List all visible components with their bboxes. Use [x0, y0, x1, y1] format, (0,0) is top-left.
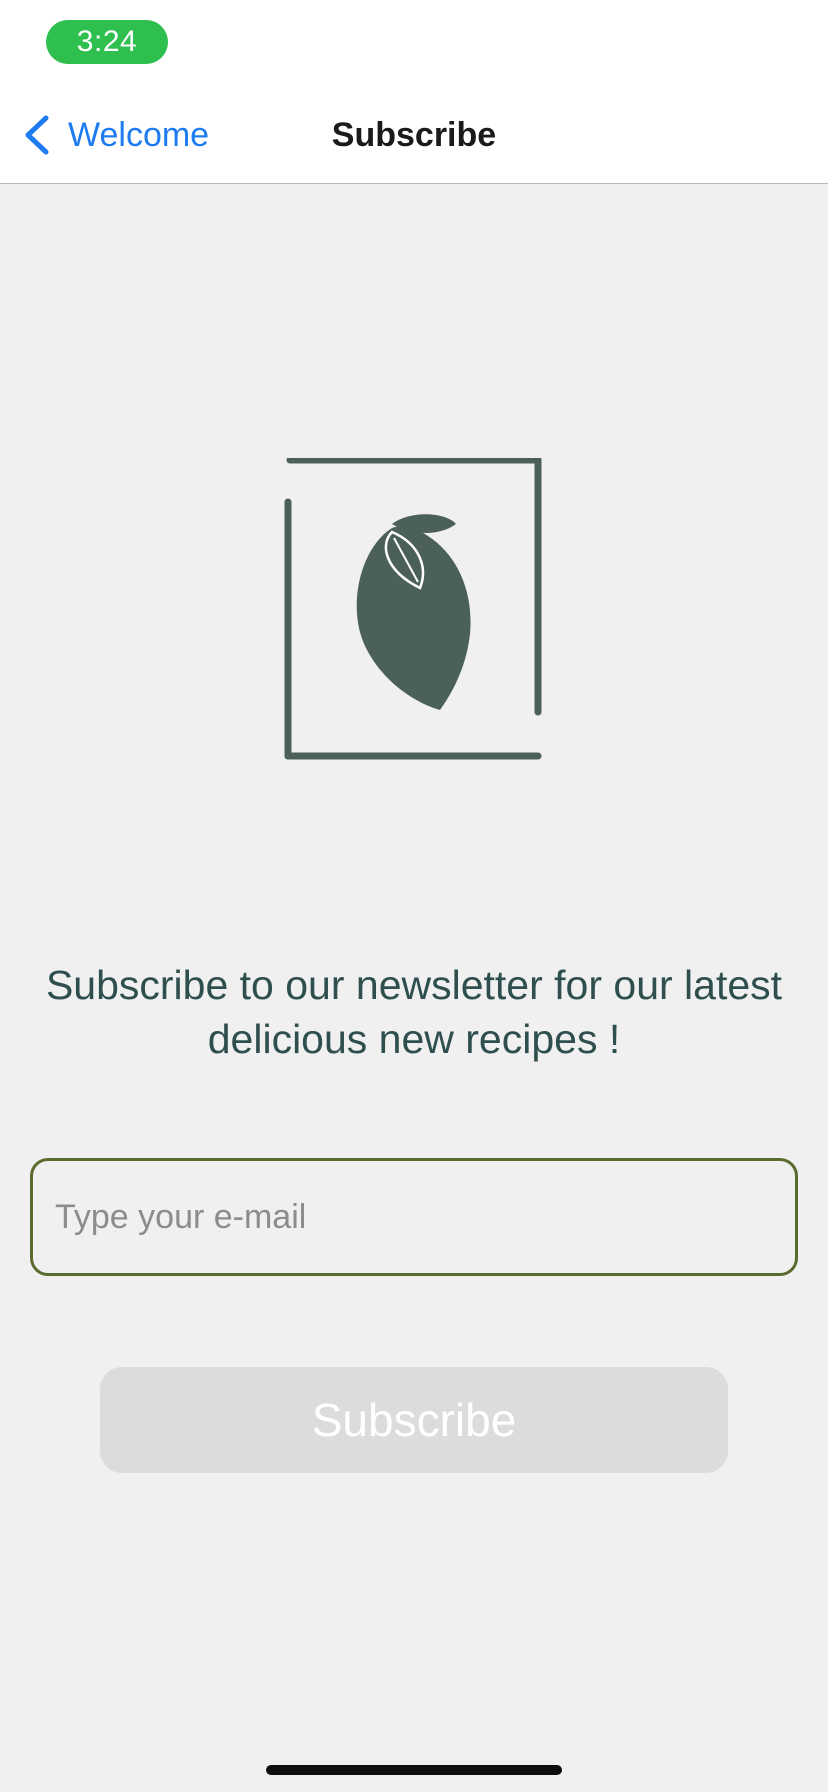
subscribe-button[interactable]: Subscribe: [100, 1367, 728, 1473]
email-field[interactable]: [30, 1158, 798, 1276]
lemon-leaf-logo: [284, 458, 542, 760]
page-title: Subscribe: [331, 116, 497, 154]
home-indicator[interactable]: [266, 1765, 562, 1775]
newsletter-headline: Subscribe to our newsletter for our late…: [45, 962, 783, 1062]
email-input[interactable]: [33, 1161, 795, 1273]
status-time: 3:24: [46, 20, 168, 64]
navigation-bar: Welcome Subscribe: [0, 86, 828, 184]
status-bar: 3:24: [0, 0, 828, 86]
